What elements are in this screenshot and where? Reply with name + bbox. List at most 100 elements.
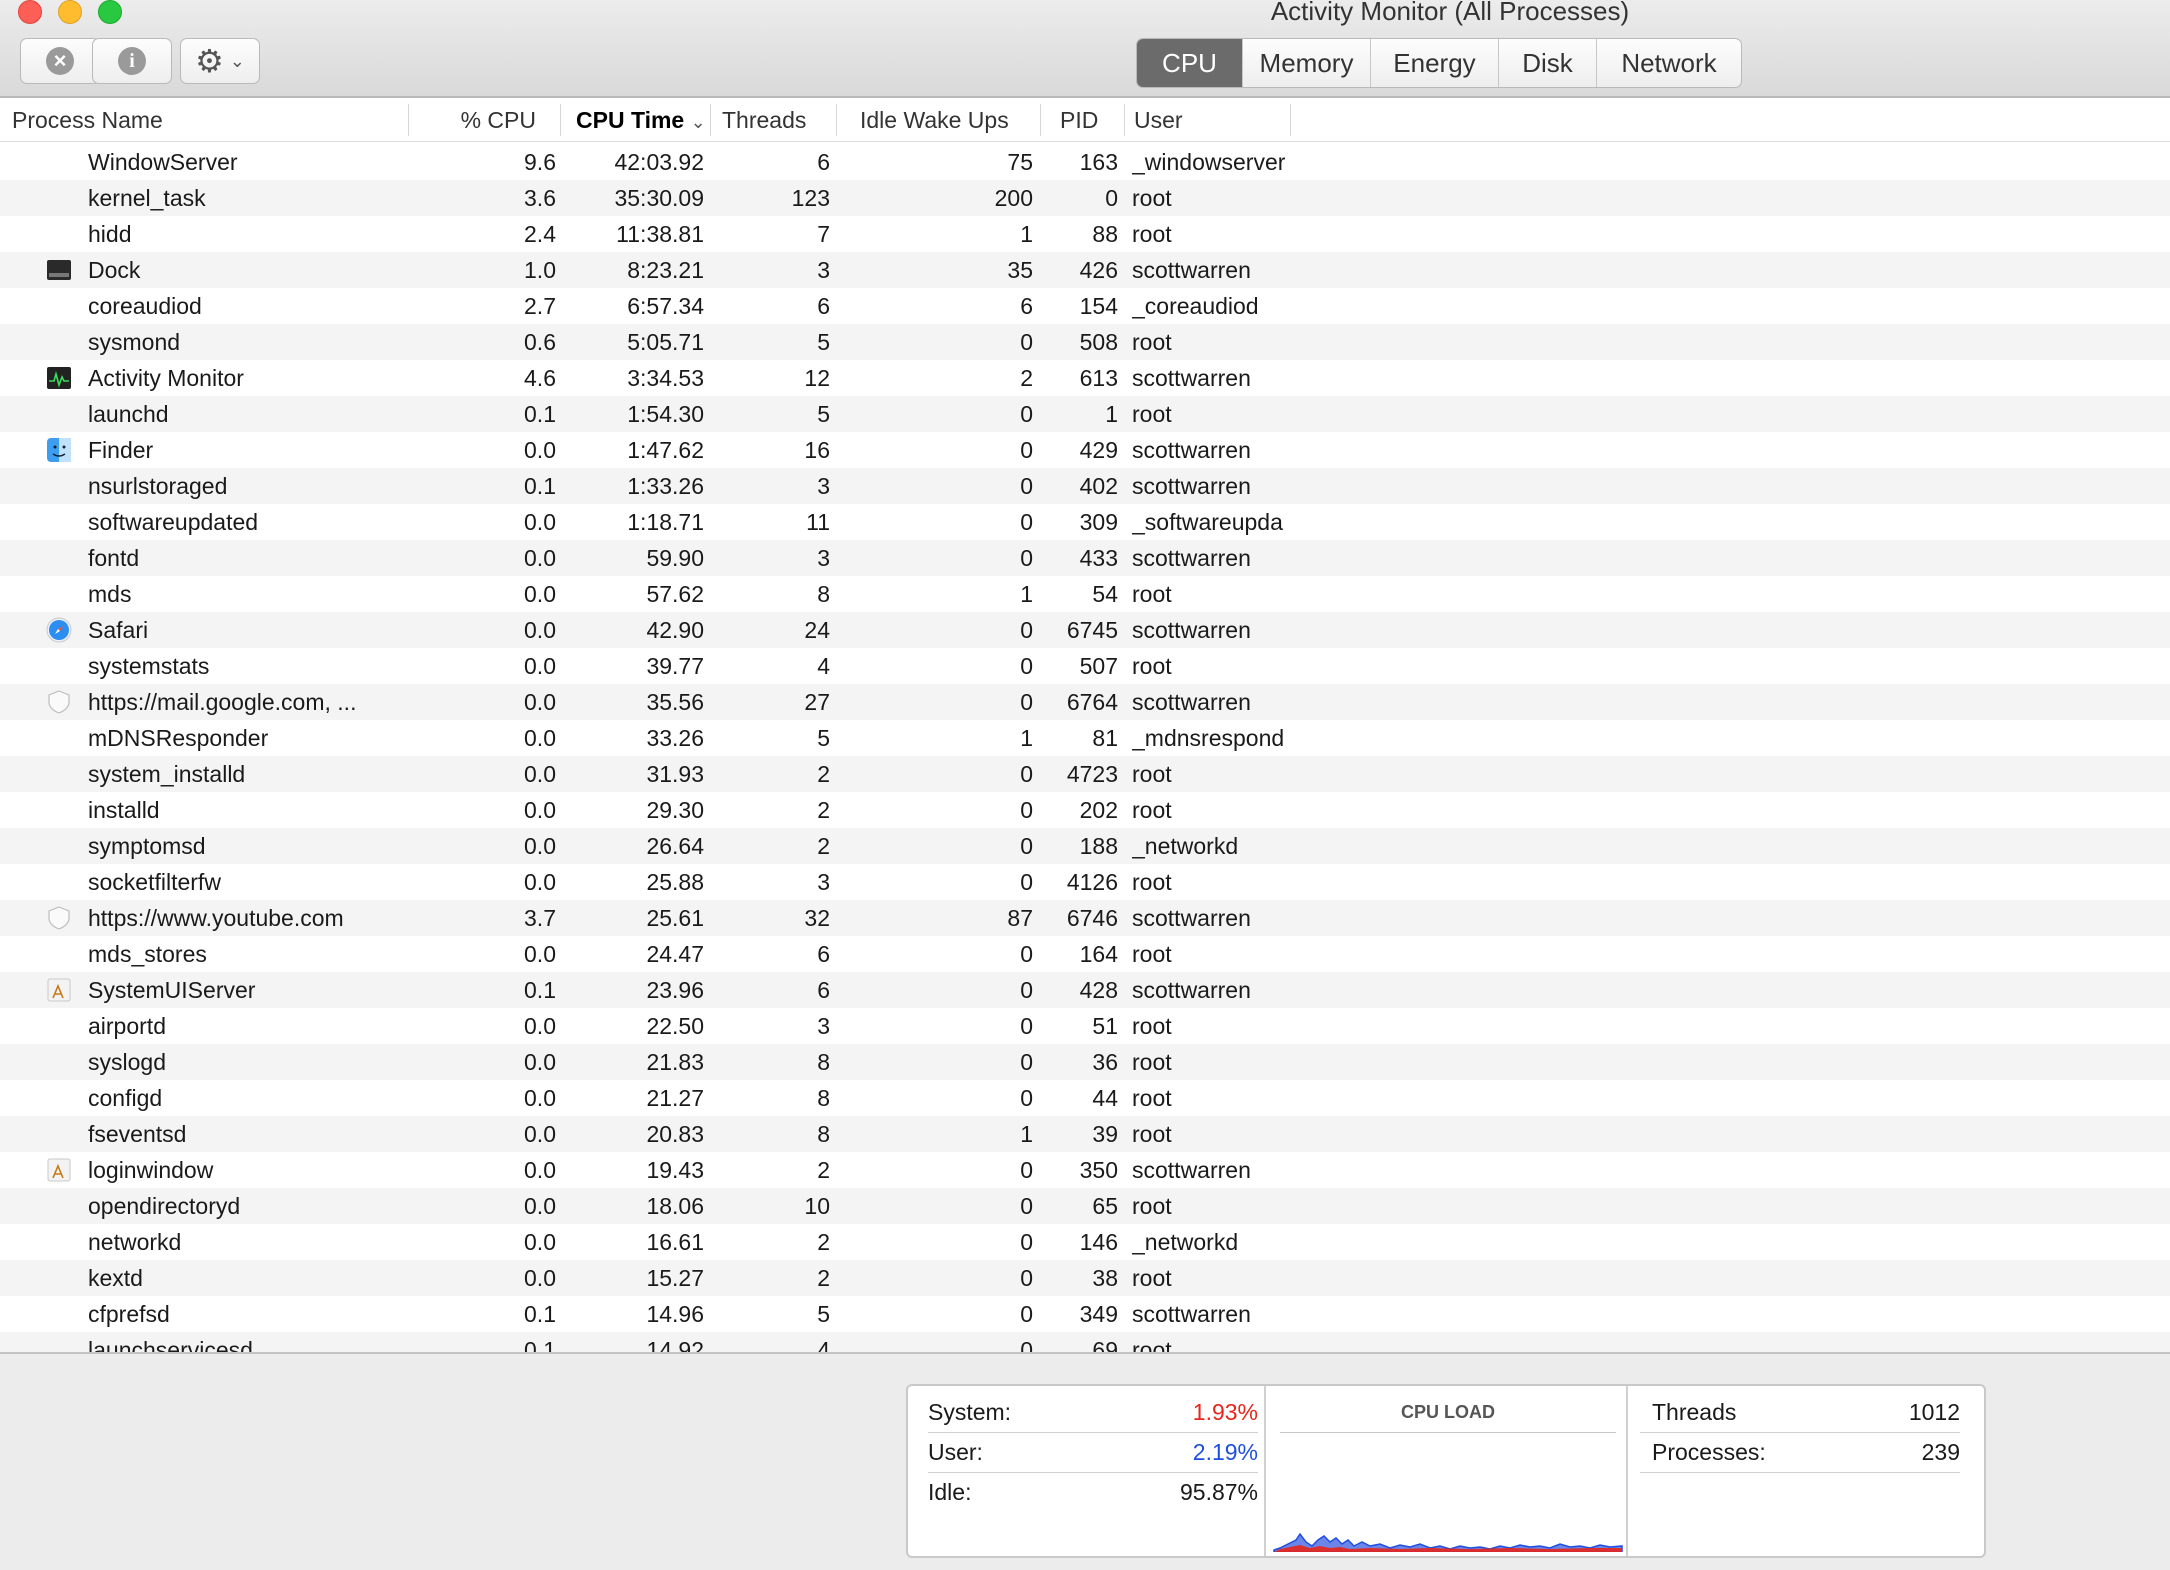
- cell-pid: 428: [1079, 976, 1118, 1003]
- table-row[interactable]: hidd 2.4 11:38.81 7 1 88 root: [0, 216, 2170, 252]
- tab-memory[interactable]: Memory: [1243, 39, 1371, 87]
- cell-pid: 429: [1079, 436, 1118, 463]
- minimize-window-button[interactable]: [58, 0, 82, 24]
- table-row[interactable]: launchd 0.1 1:54.30 5 0 1 root: [0, 395, 2170, 432]
- cell-cpu: 0.6: [524, 328, 556, 355]
- column-header-user[interactable]: User: [1134, 98, 1284, 142]
- cell-name: softwareupdated: [88, 508, 259, 535]
- cell-user: scottwarren: [1132, 364, 1251, 391]
- cell-threads: 123: [791, 184, 830, 211]
- table-row[interactable]: systemstats 0.0 39.77 4 0 507 root: [0, 648, 2170, 684]
- tab-energy[interactable]: Energy: [1371, 39, 1499, 87]
- zoom-window-button[interactable]: [98, 0, 122, 24]
- cell-user: scottwarren: [1132, 616, 1251, 643]
- cell-user: root: [1132, 400, 1172, 427]
- table-row[interactable]: syslogd 0.0 21.83 8 0 36 root: [0, 1043, 2170, 1080]
- user-label: User:: [928, 1439, 983, 1465]
- column-header-cpu-time[interactable]: CPU Time ⌄: [576, 98, 716, 142]
- table-row[interactable]: fontd 0.0 59.90 3 0 433 scottwarren: [0, 539, 2170, 576]
- cell-time: 57.62: [646, 580, 704, 607]
- column-header-cpu-time-label: CPU Time: [576, 107, 685, 133]
- table-row[interactable]: kextd 0.0 15.27 2 0 38 root: [0, 1259, 2170, 1296]
- cell-name: launchservicesd: [88, 1336, 253, 1352]
- table-row[interactable]: mDNSResponder 0.0 33.26 5 1 81 _mdnsrespond: [0, 720, 2170, 756]
- table-row[interactable]: Activity Monitor 4.6 3:34.53 12 2 613 scottwar…: [0, 360, 2170, 396]
- column-header-pid[interactable]: PID: [1060, 98, 1120, 142]
- cell-user: root: [1132, 760, 1172, 787]
- table-row[interactable]: Dock 1.0 8:23.21 3 35 426 scottwarren: [0, 251, 2170, 288]
- system-label: System:: [928, 1399, 1012, 1425]
- table-row[interactable]: https://mail.google.com, ... 0.0 35.56 27 0 6…: [0, 683, 2170, 720]
- tab-cpu[interactable]: CPU: [1137, 39, 1243, 87]
- table-row[interactable]: softwareupdated 0.0 1:18.71 11 0 309 _software…: [0, 504, 2170, 540]
- table-row[interactable]: opendirectoryd 0.0 18.06 10 0 65 root: [0, 1187, 2170, 1224]
- table-row[interactable]: socketfilterfw 0.0 25.88 3 0 4126 root: [0, 864, 2170, 900]
- table-row[interactable]: configd 0.0 21.27 8 0 44 root: [0, 1080, 2170, 1116]
- cell-pid: 202: [1079, 796, 1118, 823]
- cell-user: root: [1132, 1048, 1172, 1075]
- table-row[interactable]: mds_stores 0.0 24.47 6 0 164 root: [0, 936, 2170, 972]
- processes-stat: Processes: 239: [1640, 1432, 1960, 1473]
- cell-idle: 0: [1020, 1228, 1033, 1255]
- table-row[interactable]: sysmond 0.6 5:05.71 5 0 508 root: [0, 323, 2170, 360]
- cell-name: opendirectoryd: [88, 1192, 241, 1219]
- table-row[interactable]: launchservicesd 0.1 14.92 4 0 69 root: [0, 1331, 2170, 1352]
- cell-time: 1:54.30: [627, 400, 704, 427]
- cpu-load-title: CPU LOAD: [1401, 1402, 1495, 1422]
- table-row[interactable]: Safari 0.0 42.90 24 0 6745 scottwarren: [0, 611, 2170, 648]
- chevron-down-icon: ⌄: [229, 50, 245, 71]
- table-row[interactable]: loginwindow 0.0 19.43 2 0 350 scottwarren: [0, 1152, 2170, 1188]
- table-row[interactable]: SystemUIServer 0.1 23.96 6 0 428 scottwarren: [0, 971, 2170, 1008]
- table-row[interactable]: mds 0.0 57.62 8 1 54 root: [0, 576, 2170, 612]
- cell-cpu: 3.7: [524, 904, 556, 931]
- cell-cpu: 0.0: [524, 1156, 556, 1183]
- process-table: WindowServer 9.6 42:03.92 6 75 163 _windowserv…: [0, 144, 2170, 1352]
- table-row[interactable]: kernel_task 3.6 35:30.09 123 200 0 root: [0, 179, 2170, 216]
- cell-time: 26.64: [646, 832, 704, 859]
- inspect-process-button[interactable]: i: [92, 38, 172, 84]
- tab-network[interactable]: Network: [1597, 39, 1741, 87]
- cell-user: root: [1132, 940, 1172, 967]
- tab-disk[interactable]: Disk: [1499, 39, 1597, 87]
- table-row[interactable]: Finder 0.0 1:47.62 16 0 429 scottwarren: [0, 432, 2170, 468]
- column-header-process-name[interactable]: Process Name: [12, 98, 402, 142]
- cell-name: loginwindow: [88, 1156, 214, 1183]
- cell-pid: 44: [1092, 1084, 1118, 1111]
- cell-cpu: 0.1: [524, 400, 556, 427]
- table-row[interactable]: https://www.youtube.com 3.7 25.61 32 87 6746 s…: [0, 899, 2170, 936]
- cell-idle: 0: [1020, 1156, 1033, 1183]
- column-header-idle-wake-ups[interactable]: Idle Wake Ups: [860, 98, 1036, 142]
- cell-idle: 0: [1020, 328, 1033, 355]
- cell-pid: 426: [1079, 256, 1118, 283]
- table-row[interactable]: installd 0.0 29.30 2 0 202 root: [0, 792, 2170, 828]
- cell-user: root: [1132, 1012, 1172, 1039]
- cell-threads: 3: [817, 472, 830, 499]
- cell-threads: 2: [817, 760, 830, 787]
- table-row[interactable]: fseventsd 0.0 20.83 8 1 39 root: [0, 1115, 2170, 1152]
- stop-process-button[interactable]: ×: [20, 38, 100, 84]
- table-row[interactable]: system_installd 0.0 31.93 2 0 4723 root: [0, 755, 2170, 792]
- table-row[interactable]: cfprefsd 0.1 14.96 5 0 349 scottwarren: [0, 1296, 2170, 1332]
- cell-pid: 433: [1079, 544, 1118, 571]
- close-window-button[interactable]: [18, 0, 42, 24]
- column-header-threads[interactable]: Threads: [722, 98, 832, 142]
- cell-idle: 0: [1020, 1048, 1033, 1075]
- cell-cpu: 0.1: [524, 976, 556, 1003]
- table-row[interactable]: WindowServer 9.6 42:03.92 6 75 163 _windowserv…: [0, 144, 2170, 180]
- table-row[interactable]: symptomsd 0.0 26.64 2 0 188 _networkd: [0, 827, 2170, 864]
- cell-name: https://www.youtube.com: [88, 904, 344, 931]
- table-row[interactable]: networkd 0.0 16.61 2 0 146 _networkd: [0, 1224, 2170, 1260]
- cell-threads: 6: [817, 149, 830, 175]
- cell-cpu: 0.0: [524, 1012, 556, 1039]
- cell-threads: 24: [804, 616, 830, 643]
- cell-threads: 2: [817, 1264, 830, 1291]
- x-circle-icon: ×: [46, 47, 74, 75]
- table-row[interactable]: nsurlstoraged 0.1 1:33.26 3 0 402 scottwarren: [0, 467, 2170, 504]
- safari-icon: [46, 617, 72, 643]
- cell-user: root: [1132, 652, 1172, 679]
- column-header-cpu[interactable]: % CPU: [410, 98, 536, 142]
- action-menu-button[interactable]: ⚙ ⌄: [180, 38, 260, 84]
- cell-user: _mdnsrespond: [1132, 724, 1285, 751]
- table-row[interactable]: airportd 0.0 22.50 3 0 51 root: [0, 1008, 2170, 1044]
- table-row[interactable]: coreaudiod 2.7 6:57.34 6 6 154 _coreaudiod: [0, 288, 2170, 324]
